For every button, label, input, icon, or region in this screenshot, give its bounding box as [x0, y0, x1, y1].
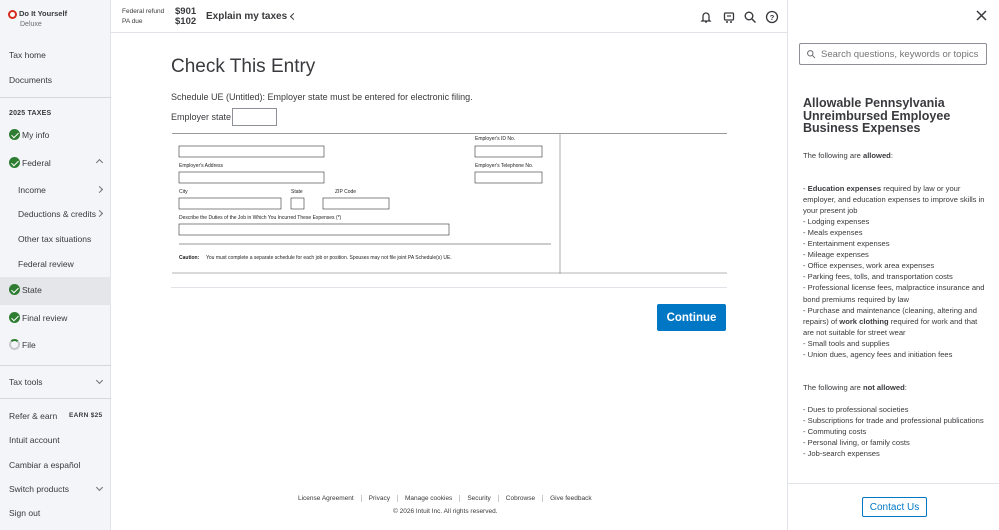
- progress-icon: [9, 339, 20, 350]
- sidebar-item-deductions[interactable]: Deductions & credits: [18, 209, 96, 219]
- footer-link-privacy[interactable]: Privacy: [360, 495, 397, 502]
- divider: [0, 398, 111, 399]
- continue-button[interactable]: Continue: [657, 304, 726, 331]
- footer-link-feedback[interactable]: Give feedback: [542, 495, 599, 502]
- employer-id-label: Employer's ID No.: [475, 136, 515, 142]
- section-title: 2025 TAXES: [9, 110, 52, 117]
- check-icon: [9, 284, 20, 295]
- sidebar-item-documents[interactable]: Documents: [9, 75, 52, 85]
- logo-icon: [8, 9, 17, 19]
- allowed-heading: The following are allowed:: [803, 151, 893, 160]
- chevron-right-icon: [95, 209, 104, 218]
- sidebar-item-espanol[interactable]: Cambiar a español: [9, 460, 80, 470]
- chevron-right-icon: [95, 185, 104, 194]
- sidebar-item-file[interactable]: File: [9, 339, 36, 350]
- page-title: Check This Entry: [171, 56, 316, 77]
- help-search: [799, 43, 987, 65]
- bell-icon[interactable]: [699, 10, 713, 24]
- help-title: Allowable Pennsylvania Unreimbursed Empl…: [803, 96, 951, 135]
- help-body: The following are allowed: - Education e…: [803, 150, 987, 459]
- caution-text: You must complete a separate schedule fo…: [206, 255, 452, 261]
- sidebar-item-label: Federal: [22, 157, 51, 168]
- sidebar-item-intuit-account[interactable]: Intuit account: [9, 435, 60, 445]
- explain-my-taxes-button[interactable]: Explain my taxes: [206, 11, 287, 22]
- edition-label: Deluxe: [20, 21, 42, 28]
- chevron-down-icon[interactable]: [95, 483, 104, 492]
- sidebar-item-federal-review[interactable]: Federal review: [18, 259, 74, 269]
- employer-address-label: Employer's Address: [179, 163, 224, 169]
- pa-due-label: PA due: [122, 18, 143, 25]
- zip-label: ZIP Code: [335, 189, 356, 195]
- schedule-ue-form-image: Employer's ID No. Employer's Address Emp…: [172, 134, 727, 274]
- close-icon[interactable]: [976, 10, 987, 21]
- logo-text: Do It Yourself: [19, 9, 68, 18]
- app-window: Do It Yourself Deluxe Tax home Documents…: [0, 0, 999, 530]
- help-footer: Contact Us: [788, 483, 999, 530]
- duties-label: Describe the Duties of the Job in Which …: [179, 215, 342, 221]
- footer-link-cookies[interactable]: Manage cookies: [396, 495, 459, 502]
- chevron-left-icon[interactable]: [289, 12, 298, 21]
- footer-links: License Agreement Privacy Manage cookies…: [298, 495, 599, 502]
- help-icon[interactable]: ?: [765, 10, 779, 24]
- sidebar: Do It Yourself Deluxe Tax home Documents…: [0, 0, 111, 530]
- check-icon: [9, 312, 20, 323]
- sidebar-item-state[interactable]: State: [9, 284, 42, 295]
- top-bar: Federal refund $901 PA due $102 Explain …: [111, 0, 787, 33]
- employer-state-input[interactable]: [232, 108, 277, 126]
- footer-link-security[interactable]: Security: [459, 495, 497, 502]
- form-preview: Employer's ID No. Employer's Address Emp…: [172, 133, 727, 274]
- sidebar-item-label: File: [22, 339, 36, 350]
- sidebar-item-switch-products[interactable]: Switch products: [9, 484, 69, 494]
- pa-due-amount: $102: [175, 16, 197, 27]
- divider: [0, 365, 111, 366]
- sidebar-item-other-situations[interactable]: Other tax situations: [18, 234, 91, 244]
- caution-prefix: Caution:: [179, 255, 200, 261]
- employer-phone-label: Employer's Telephone No.: [475, 163, 533, 169]
- earn-badge: EARN $25: [69, 412, 103, 419]
- footer-link-cobrowse[interactable]: Cobrowse: [497, 495, 542, 502]
- main-content: Check This Entry Schedule UE (Untitled):…: [111, 33, 787, 530]
- copyright: © 2026 Intuit Inc. All rights reserved.: [393, 508, 498, 515]
- svg-text:?: ?: [770, 13, 775, 22]
- city-label: City: [179, 189, 188, 195]
- sidebar-item-income[interactable]: Income: [18, 185, 46, 195]
- check-icon: [9, 129, 20, 140]
- sidebar-item-label: State: [22, 284, 42, 295]
- employer-state-label: Employer state: [171, 112, 232, 122]
- sidebar-item-label: Final review: [22, 312, 68, 323]
- logo[interactable]: Do It Yourself: [8, 9, 67, 19]
- sidebar-item-tax-tools[interactable]: Tax tools: [9, 377, 43, 387]
- search-icon[interactable]: [743, 10, 757, 24]
- cart-icon[interactable]: [722, 10, 736, 24]
- sidebar-item-sign-out[interactable]: Sign out: [9, 508, 40, 518]
- chevron-down-icon[interactable]: [95, 376, 104, 385]
- not-allowed-heading: The following are not allowed:: [803, 382, 907, 392]
- help-panel: Allowable Pennsylvania Unreimbursed Empl…: [787, 0, 999, 530]
- check-icon: [9, 157, 20, 168]
- sidebar-item-federal[interactable]: Federal: [9, 157, 51, 168]
- sidebar-item-tax-home[interactable]: Tax home: [9, 50, 46, 60]
- error-instruction: Schedule UE (Untitled): Employer state m…: [171, 92, 473, 102]
- help-search-input[interactable]: [821, 48, 981, 60]
- footer-link-license[interactable]: License Agreement: [298, 495, 361, 502]
- divider: [171, 287, 727, 288]
- state-label: State: [291, 189, 303, 195]
- search-icon: [807, 50, 816, 59]
- sidebar-item-final-review[interactable]: Final review: [9, 312, 67, 323]
- sidebar-item-refer[interactable]: Refer & earn: [9, 411, 57, 421]
- federal-refund-label: Federal refund: [122, 8, 165, 15]
- chevron-up-icon[interactable]: [95, 158, 104, 167]
- sidebar-item-my-info[interactable]: My info: [9, 129, 49, 140]
- contact-us-button[interactable]: Contact Us: [862, 497, 927, 517]
- sidebar-item-label: My info: [22, 129, 50, 140]
- divider: [0, 97, 111, 98]
